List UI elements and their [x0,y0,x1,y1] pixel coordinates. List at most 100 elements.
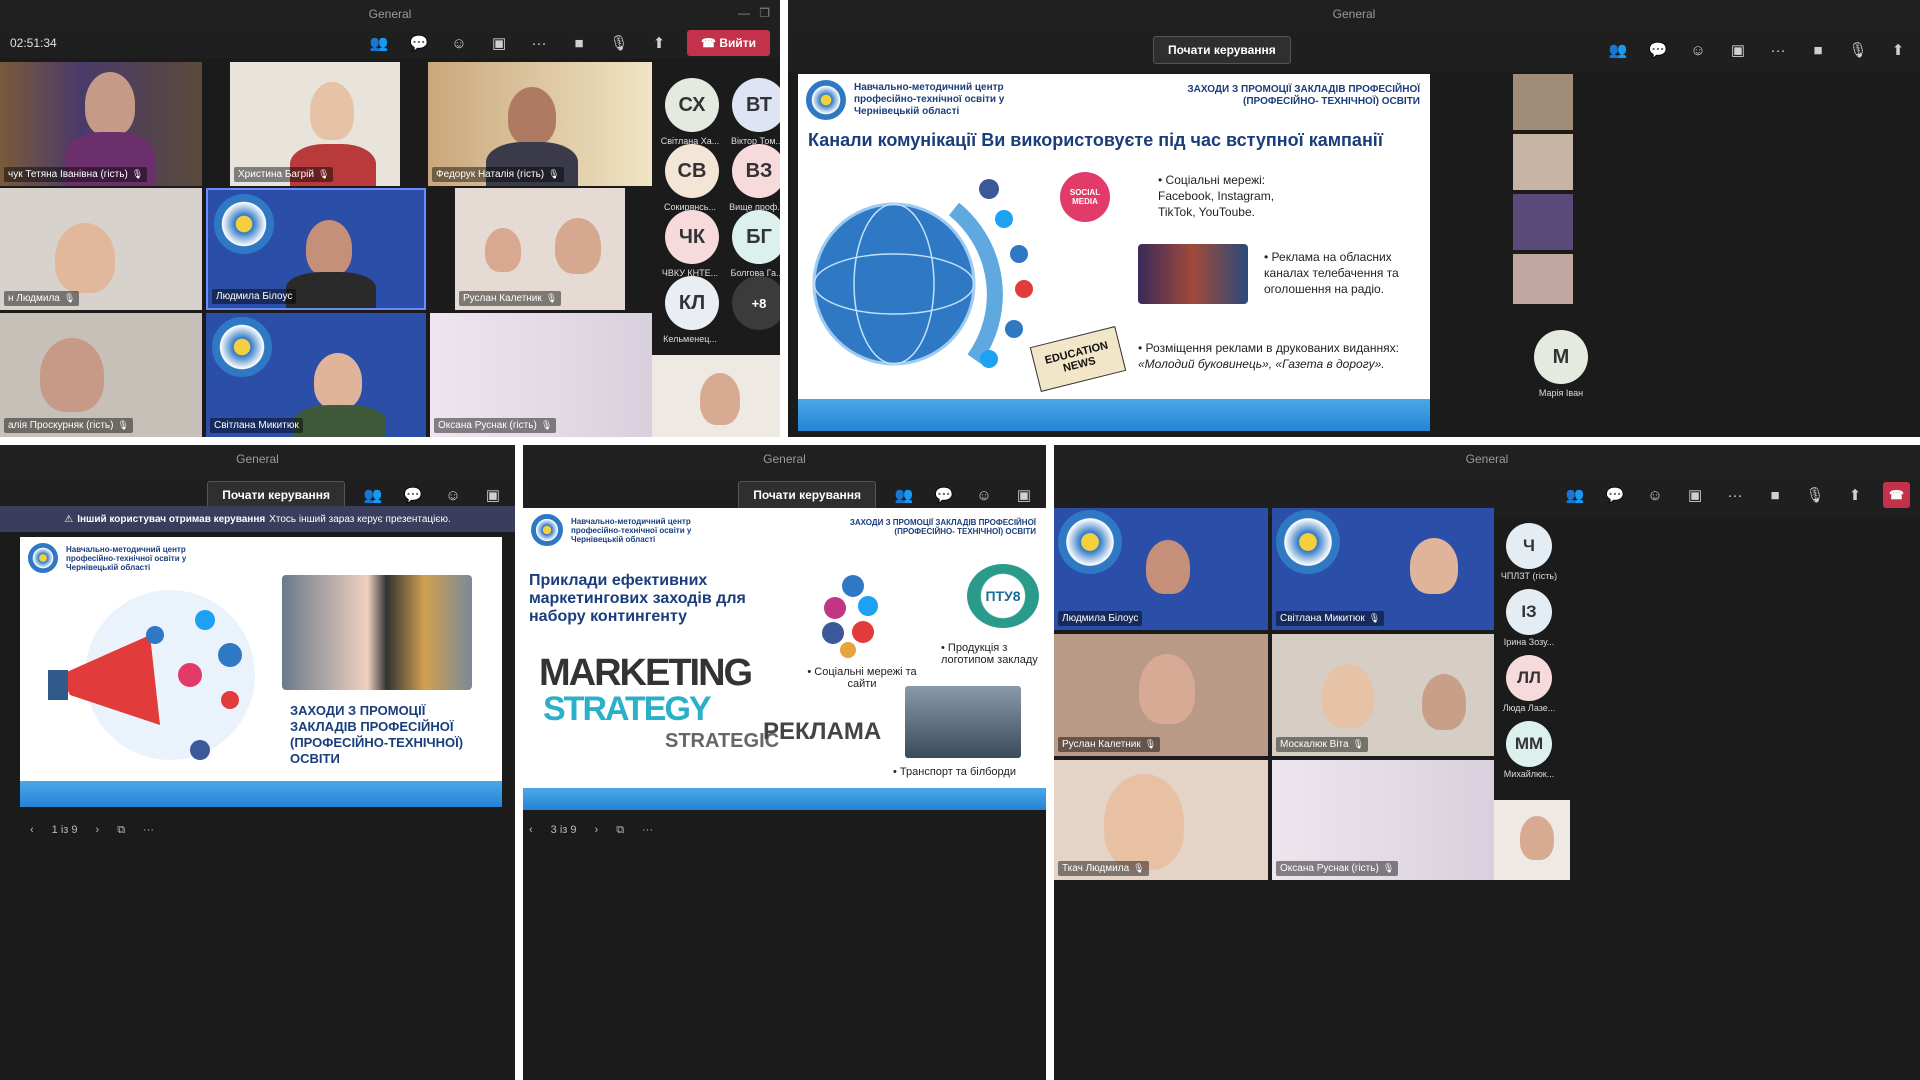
people-icon[interactable]: 👥 [1563,483,1587,507]
participant-face [1139,654,1195,724]
chat-icon[interactable]: 💬 [401,483,425,507]
video-tile[interactable]: чук Тетяна Іванівна (гість) 🎙 [0,62,202,186]
participant-avatar[interactable]: ЛЛ [1506,655,1552,701]
people-icon[interactable]: 👥 [1606,38,1630,62]
participant-avatar-label: Ірина Зозу... [1503,637,1555,647]
participant-avatar[interactable]: ЧК [665,210,719,264]
reactions-icon[interactable]: ☺ [447,31,471,55]
slide-navigation-bar: ‹ 3 із 9 › ⧉ ··· [523,810,1046,850]
camera-icon[interactable]: ■ [1806,38,1830,62]
video-tile[interactable]: Оксана Руснак (гість) 🎙 [1272,760,1494,880]
self-view-tile[interactable] [652,355,780,437]
participant-face [85,72,135,136]
video-tile[interactable]: Ткач Людмила 🎙 [1054,760,1268,880]
tv-illustration [1138,244,1248,304]
camera-icon[interactable]: ■ [1763,483,1787,507]
rooms-icon[interactable]: ▣ [1012,483,1036,507]
minimize-icon[interactable]: — [738,6,750,20]
mic-off-icon[interactable]: 🎙 [1803,483,1827,507]
participant-avatar[interactable]: БГ [732,210,780,264]
video-tile[interactable]: Оксана Руснак (гість) 🎙 [430,313,652,437]
participant-avatar[interactable]: Ч [1506,523,1552,569]
more-icon[interactable]: ··· [642,824,653,836]
mic-icon: 🎙 [318,169,330,179]
take-control-button[interactable]: Почати керування [207,481,345,509]
video-tile[interactable]: Світлана Микитюк [206,313,426,437]
more-participants-button[interactable]: +8 [732,276,780,330]
take-control-button[interactable]: Почати керування [738,481,876,509]
video-tile[interactable]: Світлана Микитюк 🎙 [1272,508,1494,630]
video-tile[interactable] [1513,194,1573,250]
participant-avatar[interactable]: ММ [1506,721,1552,767]
video-tile[interactable]: Федорук Наталія (гість) 🎙 [428,62,652,186]
org-logo [214,194,274,254]
mic-off-icon[interactable]: 🎙 [607,31,631,55]
slide-footer-bar [798,399,1430,431]
reactions-icon[interactable]: ☺ [1643,483,1667,507]
participant-name: Людмила Білоус [1058,611,1143,626]
people-icon[interactable]: 👥 [892,483,916,507]
prev-slide-icon[interactable]: ‹ [529,824,533,836]
video-tile[interactable]: Руслан Калетник 🎙 [455,188,625,310]
workers-illustration [282,575,472,690]
leave-button[interactable]: ☎ [1883,482,1910,508]
reactions-icon[interactable]: ☺ [1686,38,1710,62]
rooms-icon[interactable]: ▣ [1683,483,1707,507]
camera-icon[interactable]: ■ [567,31,591,55]
more-icon[interactable]: ··· [143,824,154,836]
window-titlebar: General [788,0,1920,28]
rooms-icon[interactable]: ▣ [487,31,511,55]
share-icon[interactable]: ⬆ [1843,483,1867,507]
meeting-window-bottom-left: General Почати керування 👥 💬 ☺ ▣ ⚠ Інший… [0,445,515,1080]
org-name: Навчально-методичний центр професійно-те… [66,544,187,572]
people-icon[interactable]: 👥 [361,483,385,507]
next-slide-icon[interactable]: › [96,824,100,836]
maximize-icon[interactable]: ❐ [759,6,770,20]
chat-icon[interactable]: 💬 [1646,38,1670,62]
grid-view-icon[interactable]: ⧉ [117,824,125,837]
mic-off-icon[interactable]: 🎙 [1846,38,1870,62]
reactions-icon[interactable]: ☺ [441,483,465,507]
video-tile[interactable] [1513,254,1573,304]
chat-icon[interactable]: 💬 [407,31,431,55]
participant-avatar[interactable]: ІЗ [1506,589,1552,635]
leave-button[interactable]: ☎ Вийти [687,30,770,56]
video-tile[interactable]: н Людмила 🎙 [0,188,202,310]
take-control-button[interactable]: Почати керування [1153,36,1291,64]
more-icon[interactable]: ··· [1766,38,1790,62]
video-tile[interactable]: алія Проскурняк (гість) 🎙 [0,313,202,437]
video-tile[interactable]: Москалюк Віта 🎙 [1272,634,1494,756]
self-view-tile[interactable] [1494,800,1570,880]
chat-icon[interactable]: 💬 [1603,483,1627,507]
rooms-icon[interactable]: ▣ [1726,38,1750,62]
rooms-icon[interactable]: ▣ [481,483,505,507]
mic-icon: 🎙 [117,420,129,430]
participant-avatar[interactable]: ВЗ [732,144,780,198]
participant-avatar[interactable]: СВ [665,144,719,198]
video-tile[interactable] [1513,134,1573,190]
video-tile[interactable]: Руслан Калетник 🎙 [1054,634,1268,756]
people-icon[interactable]: 👥 [367,31,391,55]
reactions-icon[interactable]: ☺ [972,483,996,507]
participant-avatar[interactable]: М [1534,330,1588,384]
share-icon[interactable]: ⬆ [647,31,671,55]
more-icon[interactable]: ··· [1723,483,1747,507]
globe-illustration [812,179,1033,368]
participant-avatar[interactable]: СХ [665,78,719,132]
participant-avatar[interactable]: КЛ [665,276,719,330]
participant-avatar[interactable]: ВТ [732,78,780,132]
video-tile[interactable]: Христина Багрій 🎙 [230,62,400,186]
participant-name: Руслан Калетник 🎙 [1058,737,1161,752]
next-slide-icon[interactable]: › [595,824,599,836]
more-icon[interactable]: ··· [527,31,551,55]
participant-name: н Людмила 🎙 [4,291,80,306]
participant-name: Федорук Наталія (гість) 🎙 [432,167,564,182]
video-tile-active-speaker[interactable]: Людмила Білоус [206,188,426,310]
video-tile[interactable] [1513,74,1573,130]
window-titlebar: General — ❐ [0,0,780,28]
chat-icon[interactable]: 💬 [932,483,956,507]
prev-slide-icon[interactable]: ‹ [30,824,34,836]
share-icon[interactable]: ⬆ [1886,38,1910,62]
grid-view-icon[interactable]: ⧉ [616,824,624,837]
video-tile[interactable]: Людмила Білоус [1054,508,1268,630]
